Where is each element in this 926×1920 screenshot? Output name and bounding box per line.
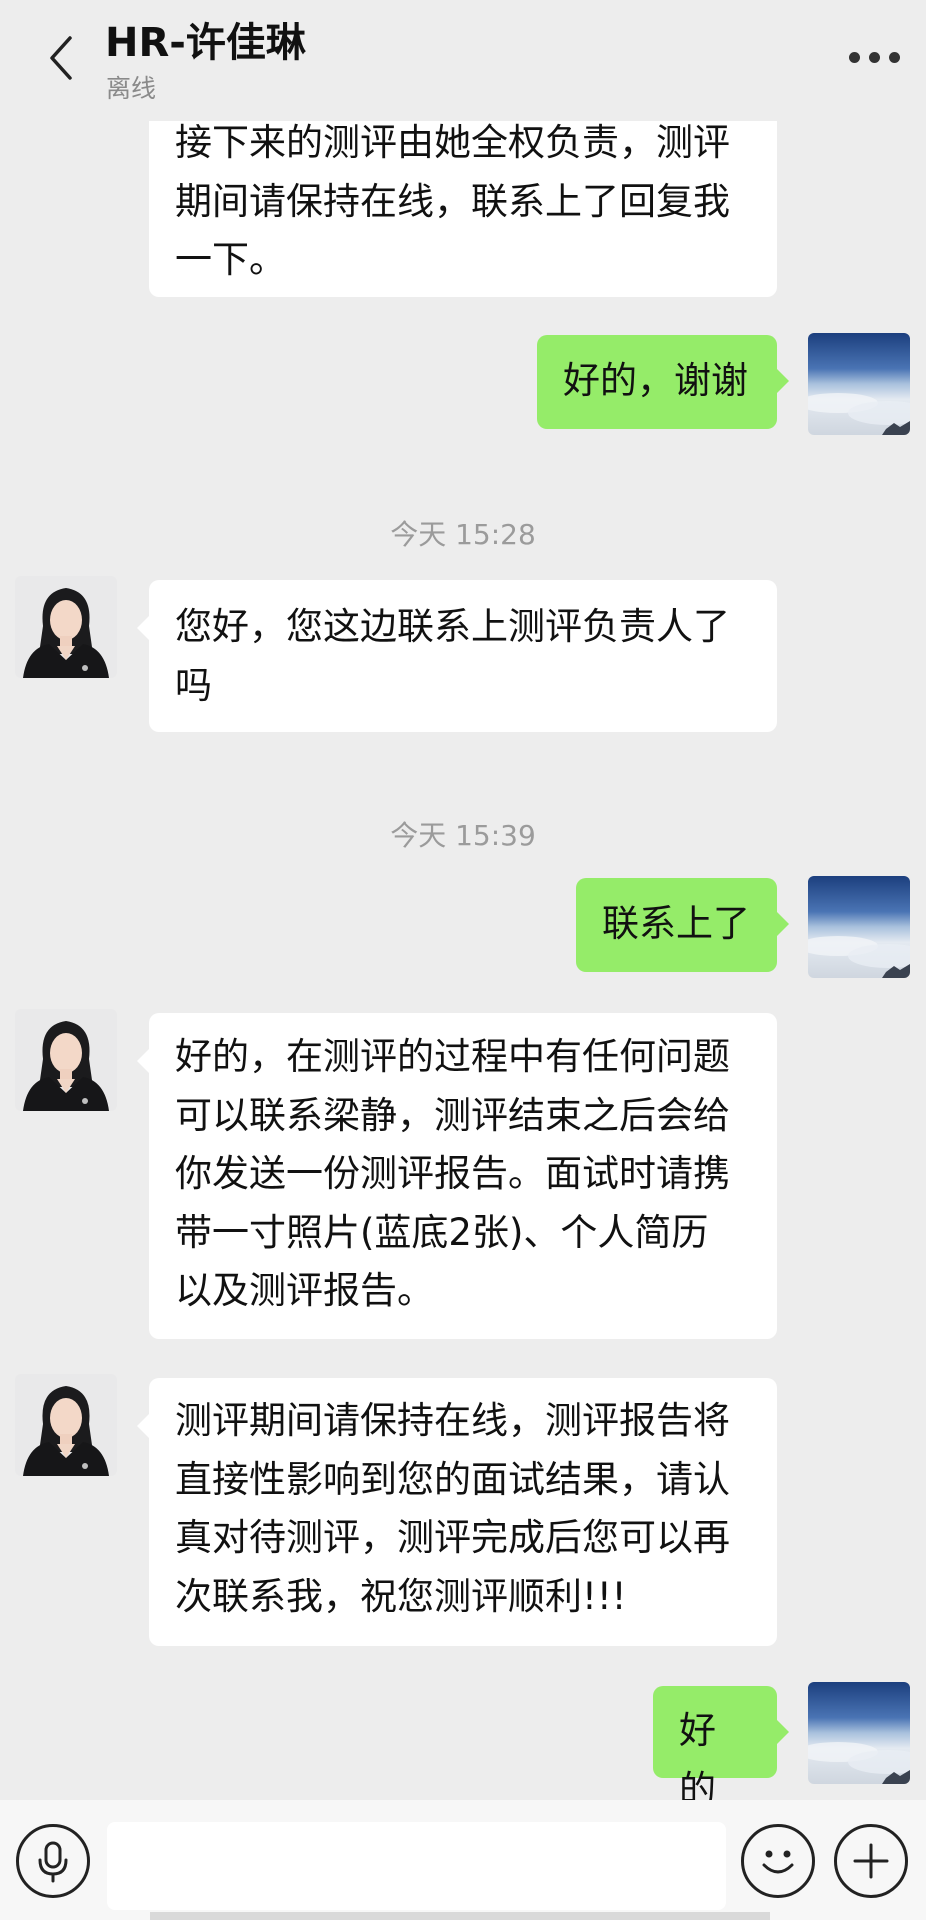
sky-cloud-avatar-image: [808, 876, 910, 978]
my-avatar[interactable]: [808, 333, 910, 435]
add-button[interactable]: [834, 1824, 908, 1898]
message-bubble-incoming[interactable]: 好的，在测评的过程中有任何问题 可以联系梁静，测评结束之后会给 你发送一份测评报…: [137, 1013, 777, 1339]
my-avatar[interactable]: [808, 876, 910, 978]
sky-cloud-avatar-image: [808, 333, 910, 435]
chat-screen: 接下来的测评由她全权负责，测评 期间请保持在线，联系上了回复我 一下。 好的，谢…: [0, 0, 926, 1920]
more-dots-icon: [849, 52, 860, 63]
emoji-button[interactable]: [741, 1824, 815, 1898]
message-bubble-outgoing[interactable]: 联系上了: [576, 878, 789, 972]
input-bar: [0, 1800, 926, 1920]
message-bubble-outgoing[interactable]: 好的: [653, 1686, 789, 1811]
woman-portrait-avatar-image: [15, 1374, 117, 1476]
woman-portrait-avatar-image: [15, 576, 117, 678]
timestamp-label: 今天 15:28: [390, 518, 536, 551]
message-bubble-incoming[interactable]: 您好，您这边联系上测评负责人了 吗: [137, 580, 777, 732]
contact-avatar[interactable]: [15, 1009, 117, 1111]
more-dots-icon: [889, 52, 900, 63]
message-bubble-incoming[interactable]: 测评期间请保持在线，测评报告将 直接性影响到您的面试结果，请认 真对待测评，测评…: [137, 1378, 777, 1646]
more-dots-icon: [869, 52, 880, 63]
smiley-icon: [762, 1850, 794, 1874]
microphone-icon: [38, 1841, 68, 1883]
contact-avatar[interactable]: [15, 1374, 117, 1476]
plus-icon: [853, 1843, 889, 1879]
contact-avatar[interactable]: [15, 576, 117, 678]
contact-status: 离线: [106, 74, 157, 103]
more-options-button[interactable]: [846, 40, 904, 74]
back-button[interactable]: [42, 32, 82, 84]
chevron-left-icon: [50, 36, 72, 80]
voice-button[interactable]: [16, 1824, 90, 1898]
my-avatar[interactable]: [808, 1682, 910, 1784]
sky-cloud-avatar-image: [808, 1682, 910, 1784]
chat-title: HR-许佳琳: [105, 20, 306, 66]
message-list[interactable]: 接下来的测评由她全权负责，测评 期间请保持在线，联系上了回复我 一下。 好的，谢…: [0, 0, 926, 1811]
timestamp-label: 今天 15:39: [390, 819, 536, 852]
keyboard-edge: [150, 1912, 770, 1920]
message-bubble-outgoing[interactable]: 好的，谢谢: [537, 335, 789, 429]
chat-header: HR-许佳琳 离线: [0, 0, 926, 121]
message-input[interactable]: [107, 1822, 726, 1910]
woman-portrait-avatar-image: [15, 1009, 117, 1111]
